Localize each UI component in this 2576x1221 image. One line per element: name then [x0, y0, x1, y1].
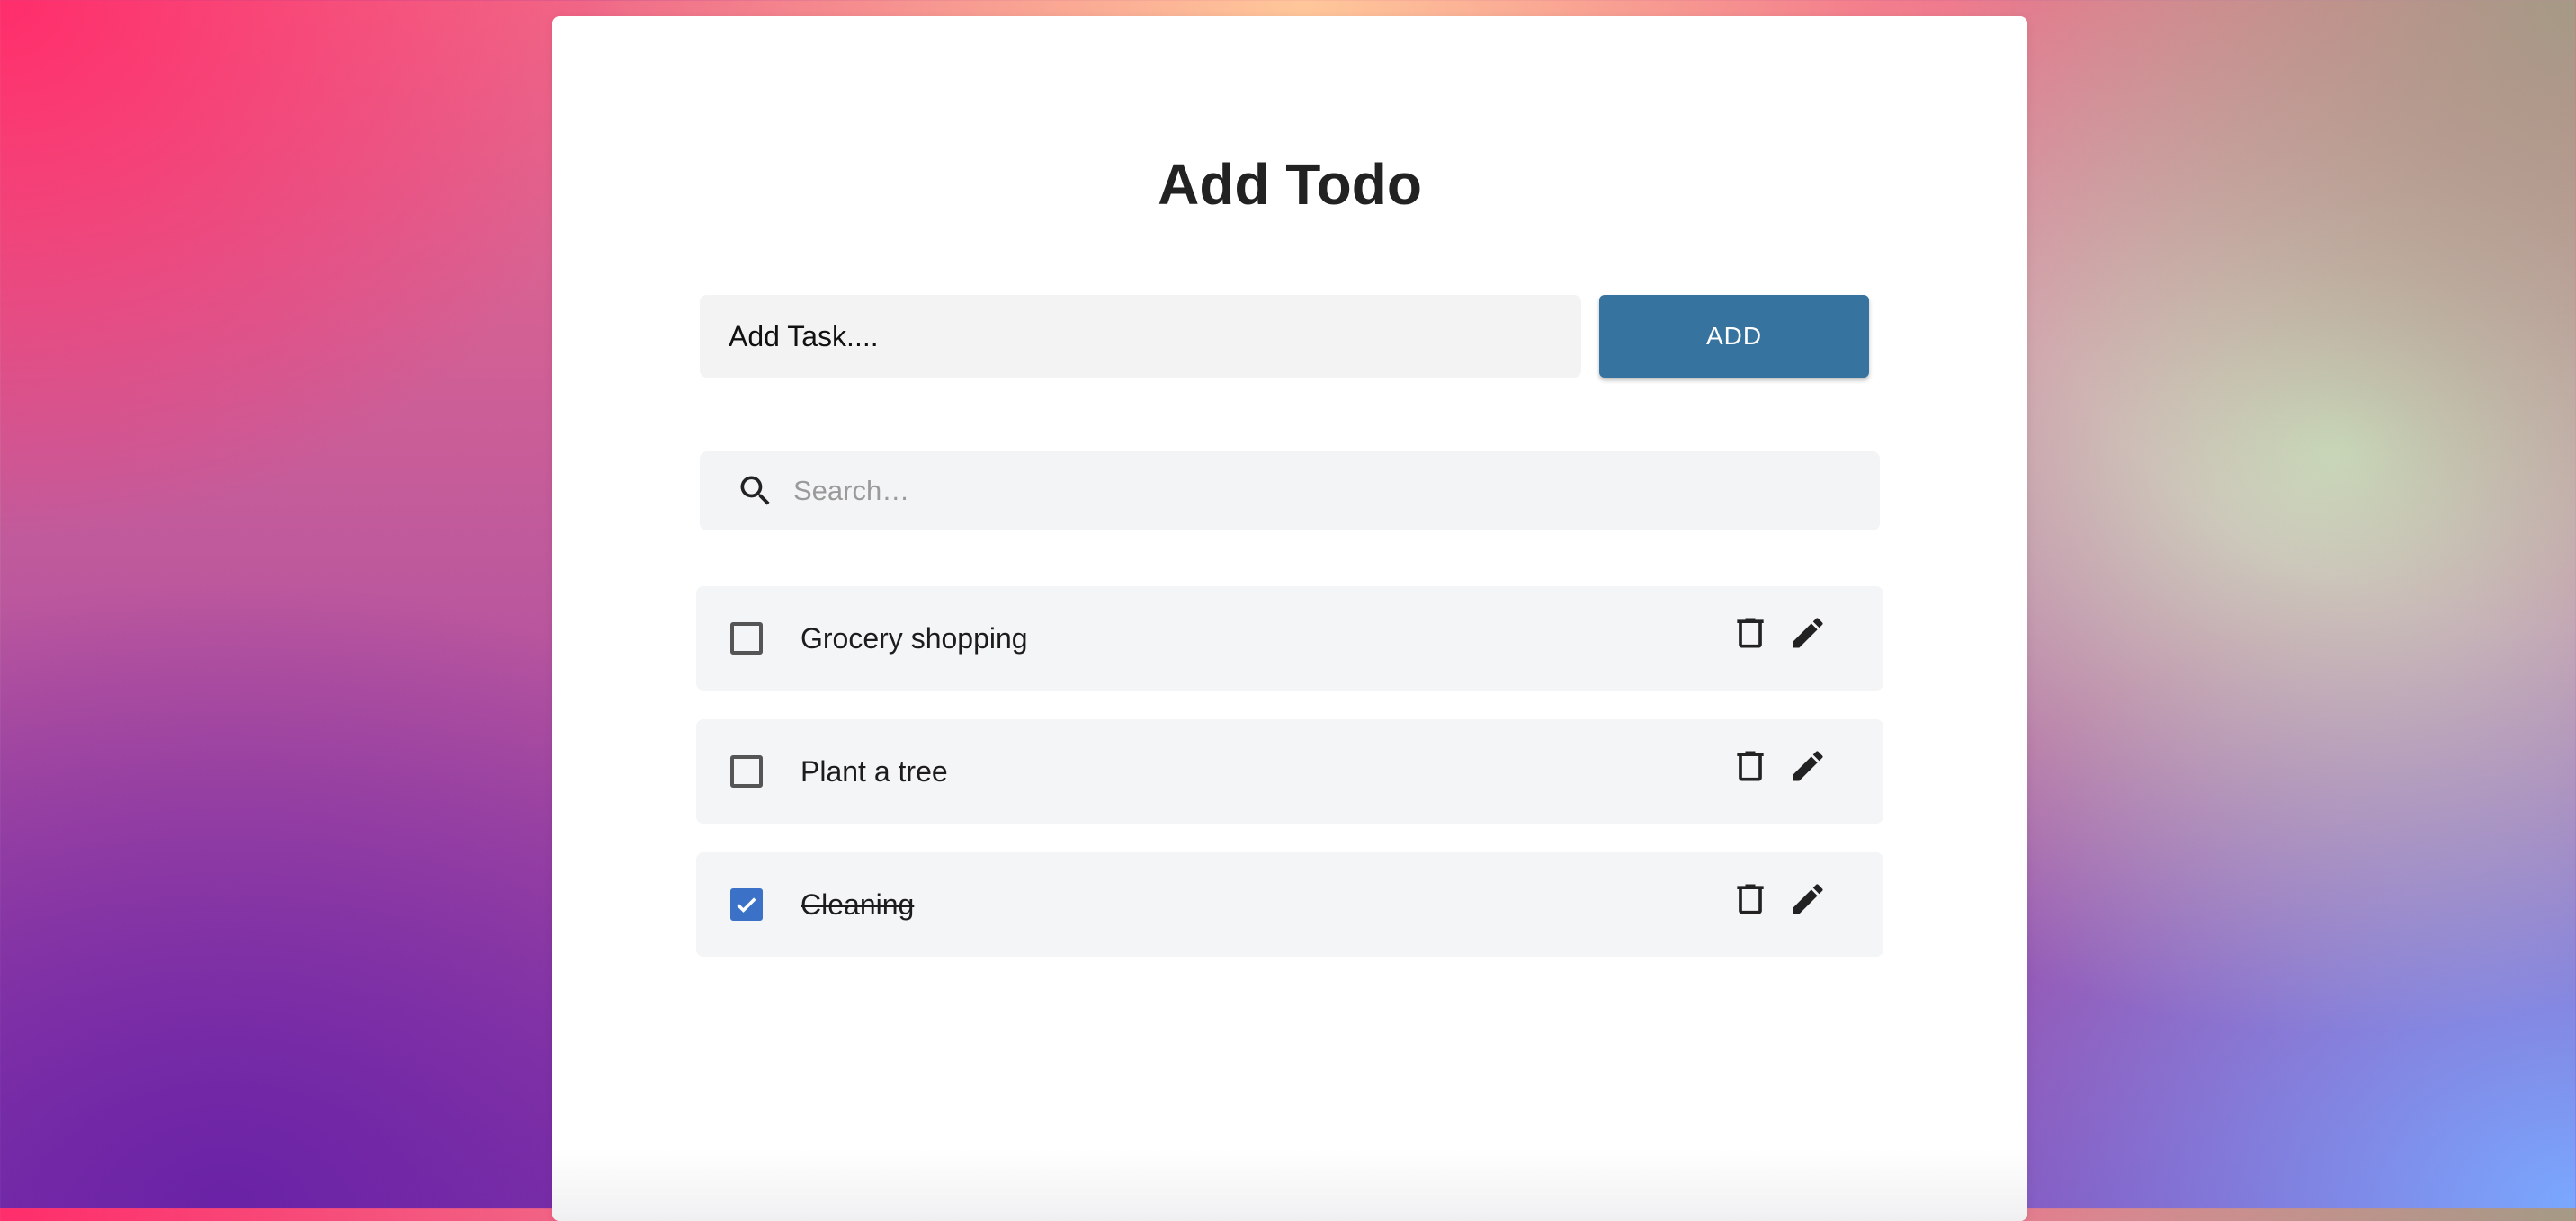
todo-label: Plant a tree: [801, 755, 948, 788]
pencil-icon[interactable]: [1788, 879, 1828, 919]
add-task-input[interactable]: Add Task....: [700, 295, 1581, 378]
card-bottom-fade: [552, 1149, 2027, 1221]
pencil-icon[interactable]: [1788, 746, 1828, 786]
pencil-icon[interactable]: [1788, 613, 1828, 653]
add-button[interactable]: ADD: [1599, 295, 1869, 378]
search-field[interactable]: Search…: [700, 451, 1880, 530]
page-title: Add Todo: [1158, 152, 1422, 217]
trash-icon[interactable]: [1731, 746, 1770, 786]
todo-card: Add Todo Add Task.... ADD Search… Grocer…: [552, 16, 2027, 1221]
check-icon: [737, 897, 756, 913]
list-item: Plant a tree: [696, 719, 1883, 824]
list-item: Grocery shopping: [696, 586, 1883, 691]
todo-label: Cleaning: [801, 888, 915, 921]
todo-checkbox-checked[interactable]: [730, 888, 763, 921]
search-icon: [740, 476, 770, 505]
trash-icon[interactable]: [1731, 613, 1770, 653]
add-task-input-value: Add Task....: [729, 319, 879, 352]
todo-label: Grocery shopping: [801, 622, 1028, 655]
search-input[interactable]: Search…: [793, 475, 909, 507]
todo-checkbox[interactable]: [730, 755, 763, 788]
todo-checkbox[interactable]: [730, 622, 763, 655]
list-item: Cleaning: [696, 852, 1883, 957]
trash-icon[interactable]: [1731, 879, 1770, 919]
